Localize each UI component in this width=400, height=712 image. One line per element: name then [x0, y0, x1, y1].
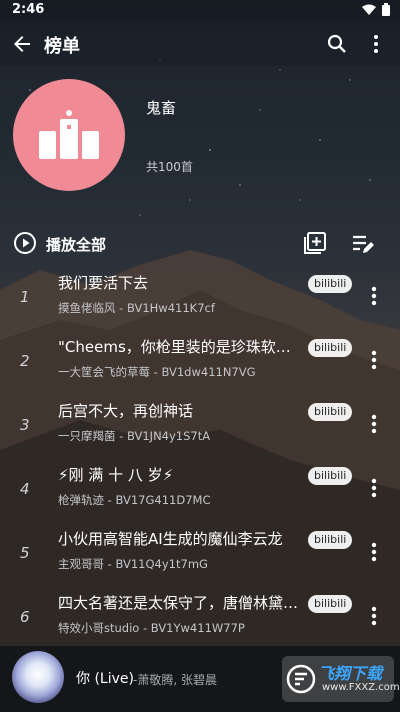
song-row[interactable]: 6 四大名著还是太保守了，唐僧林黛… 特效小哥studio - BV1Yw411…: [0, 586, 400, 650]
podium-icon: [39, 110, 99, 159]
more-vert-icon[interactable]: [366, 604, 382, 628]
play-all-button[interactable]: 播放全部: [13, 231, 393, 257]
song-subtitle: 主观哥哥 - BV11Q4y1t7mG: [58, 557, 208, 571]
song-row[interactable]: 3 后宫不大，再创神话 一只摩羯菌 - BV1JN4y1S7tA bilibil…: [0, 394, 400, 458]
song-index: 2: [20, 352, 30, 370]
battery-icon: [382, 3, 390, 16]
source-badge: bilibili: [308, 275, 353, 293]
more-vert-icon[interactable]: [366, 32, 386, 56]
now-playing-artist: -萧敬腾, 张碧晨: [133, 673, 217, 687]
page-title: 榜单: [44, 36, 80, 57]
now-playing-title: 你 (Live): [76, 671, 134, 687]
song-row[interactable]: 5 小伙用高智能AI生成的魔仙李云龙 主观哥哥 - BV11Q4y1t7mG b…: [0, 522, 400, 586]
chart-name: 鬼畜: [146, 99, 177, 117]
album-art[interactable]: [12, 651, 64, 703]
song-title: 后宫不大，再创神话: [58, 402, 194, 420]
song-index: 3: [20, 416, 30, 434]
mini-player[interactable]: 你 (Live) -萧敬腾, 张碧晨 飞翔下载 www.FXXZ.com: [0, 646, 400, 712]
more-vert-icon[interactable]: [366, 540, 382, 564]
song-row[interactable]: 1 我们要活下去 摸鱼佬临风 - BV1Hw411K7cf bilibili: [0, 266, 400, 330]
song-index: 6: [20, 608, 30, 626]
app-bar: 榜单: [0, 20, 400, 66]
source-badge: bilibili: [308, 403, 353, 421]
wifi-icon: [362, 4, 376, 15]
song-title: 四大名著还是太保守了，唐僧林黛…: [58, 594, 298, 612]
status-bar: 2:46: [0, 0, 400, 20]
song-title: "Cheems，你枪里装的是珍珠软糖…: [58, 338, 298, 356]
song-subtitle: 特效小哥studio - BV1Yw411W77P: [58, 621, 245, 635]
more-vert-icon[interactable]: [366, 348, 382, 372]
status-time: 2:46: [12, 2, 45, 17]
source-badge: bilibili: [308, 595, 353, 613]
watermark-url: www.FXXZ.com: [322, 682, 400, 693]
song-title: 我们要活下去: [58, 274, 149, 292]
logo-icon: [286, 664, 316, 694]
song-title: 小伙用高智能AI生成的魔仙李云龙: [58, 530, 283, 548]
back-arrow-icon[interactable]: [10, 32, 34, 56]
play-circle-icon: [14, 232, 36, 254]
source-badge: bilibili: [308, 467, 353, 485]
play-all-label: 播放全部: [46, 236, 107, 254]
song-index: 1: [20, 288, 30, 306]
song-subtitle: 一只摩羯菌 - BV1JN4y1S7tA: [58, 429, 211, 443]
edit-list-icon[interactable]: [351, 233, 375, 255]
song-subtitle: 摸鱼佬临风 - BV1Hw411K7cf: [58, 301, 215, 315]
add-to-playlist-icon[interactable]: [303, 231, 327, 255]
watermark-brand: 飞翔下载: [318, 664, 383, 683]
song-index: 4: [20, 480, 30, 498]
song-subtitle: 一大筐会飞的草莓 - BV1dw411N7VG: [58, 365, 256, 379]
search-icon[interactable]: [325, 32, 349, 56]
source-badge: bilibili: [308, 531, 353, 549]
song-subtitle: 枪弹轨迹 - BV17G411D7MC: [58, 493, 211, 507]
more-vert-icon[interactable]: [366, 284, 382, 308]
song-title: ⚡刚 满 十 八 岁⚡: [58, 466, 174, 484]
status-icons: [362, 3, 390, 16]
more-vert-icon[interactable]: [366, 412, 382, 436]
song-count: 共100首: [146, 160, 193, 174]
more-vert-icon[interactable]: [366, 476, 382, 500]
song-row[interactable]: 2 "Cheems，你枪里装的是珍珠软糖… 一大筐会飞的草莓 - BV1dw41…: [0, 330, 400, 394]
song-row[interactable]: 4 ⚡刚 满 十 八 岁⚡ 枪弹轨迹 - BV17G411D7MC bilibi…: [0, 458, 400, 522]
chart-cover: [13, 79, 125, 191]
song-index: 5: [20, 544, 30, 562]
watermark-logo: 飞翔下载 www.FXXZ.com: [282, 656, 400, 702]
source-badge: bilibili: [308, 339, 353, 357]
